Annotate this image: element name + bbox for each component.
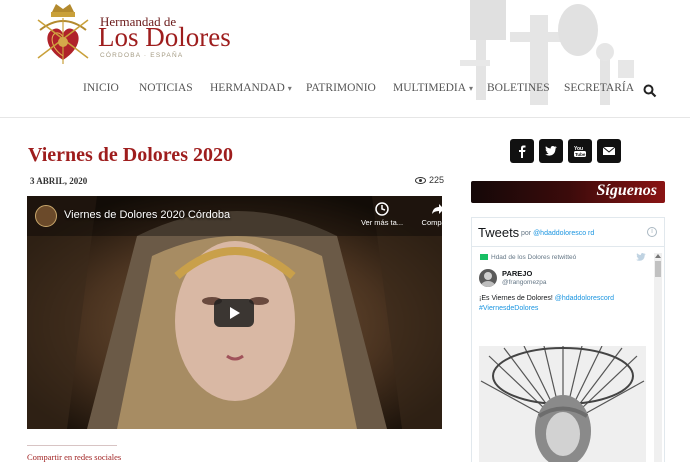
envelope-glyph	[602, 146, 616, 155]
clock-icon	[375, 202, 389, 216]
nav-item-noticias[interactable]: NOTICIAS	[139, 82, 193, 94]
tweets-heading[interactable]: Tweets	[478, 225, 519, 240]
tweet-mention-link[interactable]: @hdaddolorescord	[555, 295, 614, 302]
tweets-by: por @hdaddoloresco rd	[521, 230, 594, 237]
channel-avatar[interactable]	[35, 205, 57, 227]
retweet-icon	[480, 254, 488, 261]
tweets-by-prefix: por	[521, 230, 532, 237]
email-icon[interactable]	[597, 139, 621, 163]
share-social-link[interactable]: Compartir en redes sociales	[27, 452, 121, 462]
twitter-timeline-widget[interactable]: Tweets por @hdaddoloresco rd i Hdad de l…	[471, 217, 665, 462]
facebook-icon[interactable]	[510, 139, 534, 163]
view-count-value: 225	[429, 175, 445, 185]
view-count: 225	[415, 175, 444, 185]
nav-item-label: MULTIMEDIA	[393, 82, 467, 94]
info-icon[interactable]: i	[647, 227, 657, 237]
watch-later-label: Ver más ta...	[360, 218, 404, 227]
tweet-text-body: ¡Es Viernes de Dolores!	[479, 295, 555, 302]
site-header: Hermandad de Los Dolores CÓRDOBA · ESPAÑ…	[0, 0, 690, 118]
nav-item-label: PATRIMONIO	[306, 82, 376, 94]
facebook-glyph	[519, 145, 526, 158]
main-nav: INICIO NOTICIAS HERMANDAD ▾ PATRIMONIO MU…	[0, 82, 690, 104]
youtube-icon[interactable]: You Tube	[568, 139, 592, 163]
nav-item-label: NOTICIAS	[139, 82, 193, 94]
svg-text:Tube: Tube	[575, 152, 586, 157]
tweets-by-handle[interactable]: @hdaddoloresco rd	[533, 230, 594, 237]
twitter-bird-icon[interactable]	[636, 253, 646, 261]
retweet-indicator: Hdad de los Dolores retwitteó	[480, 254, 576, 261]
brand-name[interactable]: Los Dolores	[98, 24, 231, 51]
scrollbar-thumb[interactable]	[655, 261, 661, 277]
nav-item-label: BOLETINES	[487, 82, 550, 94]
follow-us-label: Síguenos	[596, 182, 657, 199]
search-icon[interactable]	[643, 84, 657, 98]
tweet-hashtag-link[interactable]: #ViernesdeDolores	[479, 305, 538, 312]
youtube-glyph: YouTube	[574, 146, 586, 157]
video-share-label: Compartir	[421, 218, 442, 227]
article-title[interactable]: Viernes de Dolores 2020	[28, 144, 233, 167]
retweet-label: Hdad de los Dolores retwitteó	[491, 254, 577, 261]
nav-item-boletines[interactable]: BOLETINES	[487, 82, 550, 94]
share-arrow-icon	[432, 204, 442, 214]
youtube-video-player[interactable]: Viernes de Dolores 2020 Córdoba Ver más …	[27, 196, 442, 429]
article-date: 3 ABRIL, 2020	[30, 176, 88, 186]
nav-item-secretaria[interactable]: SECRETARÍA	[564, 82, 634, 94]
divider	[27, 445, 117, 446]
tweet-user-handle[interactable]: @frangomezpa	[502, 279, 547, 286]
scrollbar[interactable]	[654, 253, 662, 462]
chevron-up-icon[interactable]	[654, 253, 662, 259]
nav-item-patrimonio[interactable]: PATRIMONIO	[306, 82, 376, 94]
twitter-glyph	[545, 146, 557, 156]
video-title[interactable]: Viernes de Dolores 2020 Córdoba	[64, 209, 230, 221]
nav-item-label: HERMANDAD	[210, 82, 285, 94]
tweet-image[interactable]	[479, 346, 646, 462]
brand-location: CÓRDOBA · ESPAÑA	[100, 52, 184, 59]
tweet-user-name[interactable]: PAREJO	[502, 269, 532, 278]
watch-later-button[interactable]: Ver más ta...	[357, 202, 407, 227]
chevron-down-icon: ▾	[287, 84, 292, 93]
avatar[interactable]	[479, 269, 497, 287]
eye-icon	[415, 177, 426, 185]
nav-item-hermandad[interactable]: HERMANDAD ▾	[210, 82, 292, 94]
tweet-image-art	[479, 346, 646, 462]
play-icon[interactable]	[214, 299, 254, 327]
follow-us-banner: Síguenos	[471, 181, 665, 203]
twitter-icon[interactable]	[539, 139, 563, 163]
nav-item-label: INICIO	[83, 82, 119, 94]
divider	[472, 246, 664, 247]
nav-item-multimedia[interactable]: MULTIMEDIA ▾	[393, 82, 473, 94]
chevron-down-icon: ▾	[469, 84, 474, 93]
tweet-text: ¡Es Viernes de Dolores! @hdaddolorescord…	[479, 294, 649, 314]
nav-item-inicio[interactable]: INICIO	[83, 82, 119, 94]
avatar-image	[481, 272, 495, 287]
hermandad-logo[interactable]	[30, 2, 96, 68]
nav-item-label: SECRETARÍA	[564, 82, 634, 94]
video-share-button[interactable]: Compartir	[415, 202, 442, 227]
